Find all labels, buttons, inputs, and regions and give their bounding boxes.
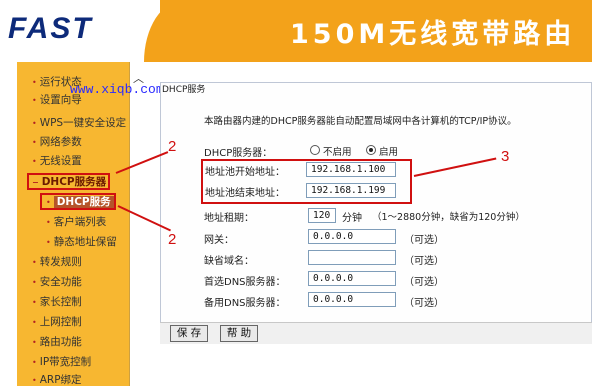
sidebar-item-forwarding[interactable]: • 转发规则 xyxy=(32,254,82,270)
lease-unit: 分钟 xyxy=(342,213,362,224)
bullet-icon: • xyxy=(32,358,37,367)
annotation-box-dhcp-server xyxy=(27,173,110,190)
dhcp-server-label: DHCP服务器： xyxy=(204,148,273,159)
sidebar-item-wps[interactable]: • WPS一键安全设定 xyxy=(32,115,126,131)
bullet-icon: • xyxy=(32,258,37,267)
lease-hint: （1～2880分钟，缺省为120分钟） xyxy=(372,212,525,223)
radio-enable-label: 启用 xyxy=(379,147,399,158)
annotation-box-dhcp-service xyxy=(40,193,116,210)
sidebar-item-network[interactable]: • 网络参数 xyxy=(32,134,82,150)
sidebar-item-parental[interactable]: • 家长控制 xyxy=(32,294,82,310)
bullet-icon: • xyxy=(32,96,37,105)
sidebar-item-security[interactable]: • 安全功能 xyxy=(32,274,82,290)
dns1-optional: （可选） xyxy=(404,277,444,288)
header: FAST 150M无线宽带路由 xyxy=(0,0,592,62)
sidebar-item-wireless[interactable]: • 无线设置 xyxy=(32,153,82,169)
domain-label: 缺省域名： xyxy=(204,256,254,267)
dns1-label: 首选DNS服务器： xyxy=(204,277,286,288)
radio-disable[interactable] xyxy=(310,145,320,155)
section-title: DHCP服务 xyxy=(162,85,206,95)
radio-enable[interactable] xyxy=(366,145,376,155)
annotation-label-3: 3 xyxy=(501,148,510,165)
product-title: 150M无线宽带路由 xyxy=(290,19,576,50)
bullet-icon: • xyxy=(32,278,37,287)
lease-label: 地址租期： xyxy=(204,213,254,224)
sidebar-item-access-control[interactable]: • 上网控制 xyxy=(32,314,82,330)
bullet-icon: • xyxy=(32,157,37,166)
bullet-icon: • xyxy=(32,119,37,128)
watermark-text: www.xiqb.com xyxy=(70,82,164,97)
brand-logo: FAST xyxy=(8,12,93,45)
section-description: 本路由器内建的DHCP服务器能自动配置局域网中各计算机的TCP/IP协议。 xyxy=(204,116,517,127)
lease-input[interactable]: 120 xyxy=(308,208,336,223)
gateway-label: 网关： xyxy=(204,235,234,246)
domain-input[interactable] xyxy=(308,250,396,265)
bullet-icon: • xyxy=(46,218,51,227)
annotation-box-pool xyxy=(201,159,412,204)
scroll-up-icon[interactable]: ︿ xyxy=(132,70,145,90)
radio-disable-label: 不启用 xyxy=(323,147,352,158)
bullet-icon: • xyxy=(32,318,37,327)
bullet-icon: • xyxy=(32,376,37,385)
annotation-label-2a: 2 xyxy=(168,138,177,155)
bullet-icon: • xyxy=(32,338,37,347)
sidebar-item-bandwidth[interactable]: • IP带宽控制 xyxy=(32,354,91,370)
dns2-input[interactable]: 0.0.0.0 xyxy=(308,292,396,307)
save-button[interactable]: 保 存 xyxy=(170,325,208,342)
gateway-optional: （可选） xyxy=(404,235,444,246)
sidebar-item-static-reservation[interactable]: • 静态地址保留 xyxy=(46,234,117,250)
bullet-icon: • xyxy=(46,238,51,247)
sidebar-item-arp[interactable]: • ARP绑定 xyxy=(32,372,82,386)
help-button[interactable]: 帮 助 xyxy=(220,325,258,342)
gateway-input[interactable]: 0.0.0.0 xyxy=(308,229,396,244)
bullet-icon: • xyxy=(32,78,37,87)
annotation-label-2b: 2 xyxy=(168,231,177,248)
domain-optional: （可选） xyxy=(404,256,444,267)
sidebar-item-client-list[interactable]: • 客户端列表 xyxy=(46,214,106,230)
dns1-input[interactable]: 0.0.0.0 xyxy=(308,271,396,286)
dns2-optional: （可选） xyxy=(404,298,444,309)
bullet-icon: • xyxy=(32,138,37,147)
sidebar-item-routing[interactable]: • 路由功能 xyxy=(32,334,82,350)
dns2-label: 备用DNS服务器： xyxy=(204,298,286,309)
bullet-icon: • xyxy=(32,298,37,307)
